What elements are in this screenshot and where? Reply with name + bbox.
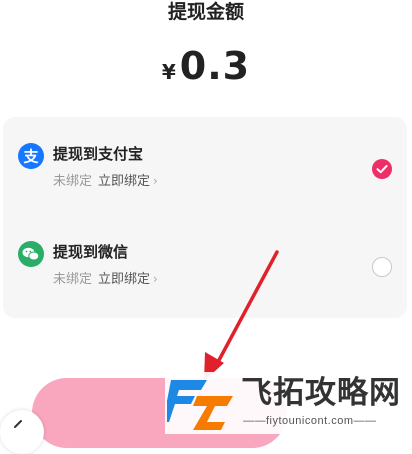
back-button[interactable] <box>0 410 44 454</box>
radio-unselected[interactable] <box>372 257 392 277</box>
option-title: 提现到支付宝 <box>53 145 144 163</box>
watermark: 飞拓攻略网 ——fiytounicont.com—— <box>165 372 412 434</box>
check-icon <box>376 165 388 174</box>
amount-value: 0.3 <box>179 44 251 88</box>
currency-symbol: ¥ <box>161 60 176 84</box>
alipay-icon: 支 <box>18 143 44 169</box>
watermark-subtext: ——fiytounicont.com—— <box>243 415 377 427</box>
svg-text:支: 支 <box>22 148 39 166</box>
chevron-right-icon: › <box>153 272 158 286</box>
watermark-logo <box>167 380 233 430</box>
option-wechat[interactable]: 提现到微信 未绑定 立即绑定 › <box>3 235 407 315</box>
page-title: 提现金额 <box>167 1 244 23</box>
bind-status: 未绑定 <box>53 174 93 189</box>
amount-display: ¥0.3 <box>0 44 412 96</box>
bind-now-link[interactable]: 立即绑定 <box>98 174 150 189</box>
option-title: 提现到微信 <box>53 243 129 261</box>
bind-status: 未绑定 <box>53 272 93 287</box>
option-subtitle: 未绑定 立即绑定 › <box>53 172 158 191</box>
wechat-icon <box>18 241 44 267</box>
withdraw-method-card: 支 提现到支付宝 未绑定 立即绑定 › 提现到微信 未绑定 立即绑定 › <box>3 117 407 318</box>
radio-selected[interactable] <box>372 159 392 179</box>
watermark-text: 飞拓攻略网 <box>241 375 401 411</box>
chevron-right-icon: › <box>153 174 158 188</box>
chevron-left-icon <box>14 420 22 428</box>
bind-now-link[interactable]: 立即绑定 <box>98 272 150 287</box>
option-alipay[interactable]: 支 提现到支付宝 未绑定 立即绑定 › <box>3 137 407 217</box>
option-subtitle: 未绑定 立即绑定 › <box>53 270 158 289</box>
